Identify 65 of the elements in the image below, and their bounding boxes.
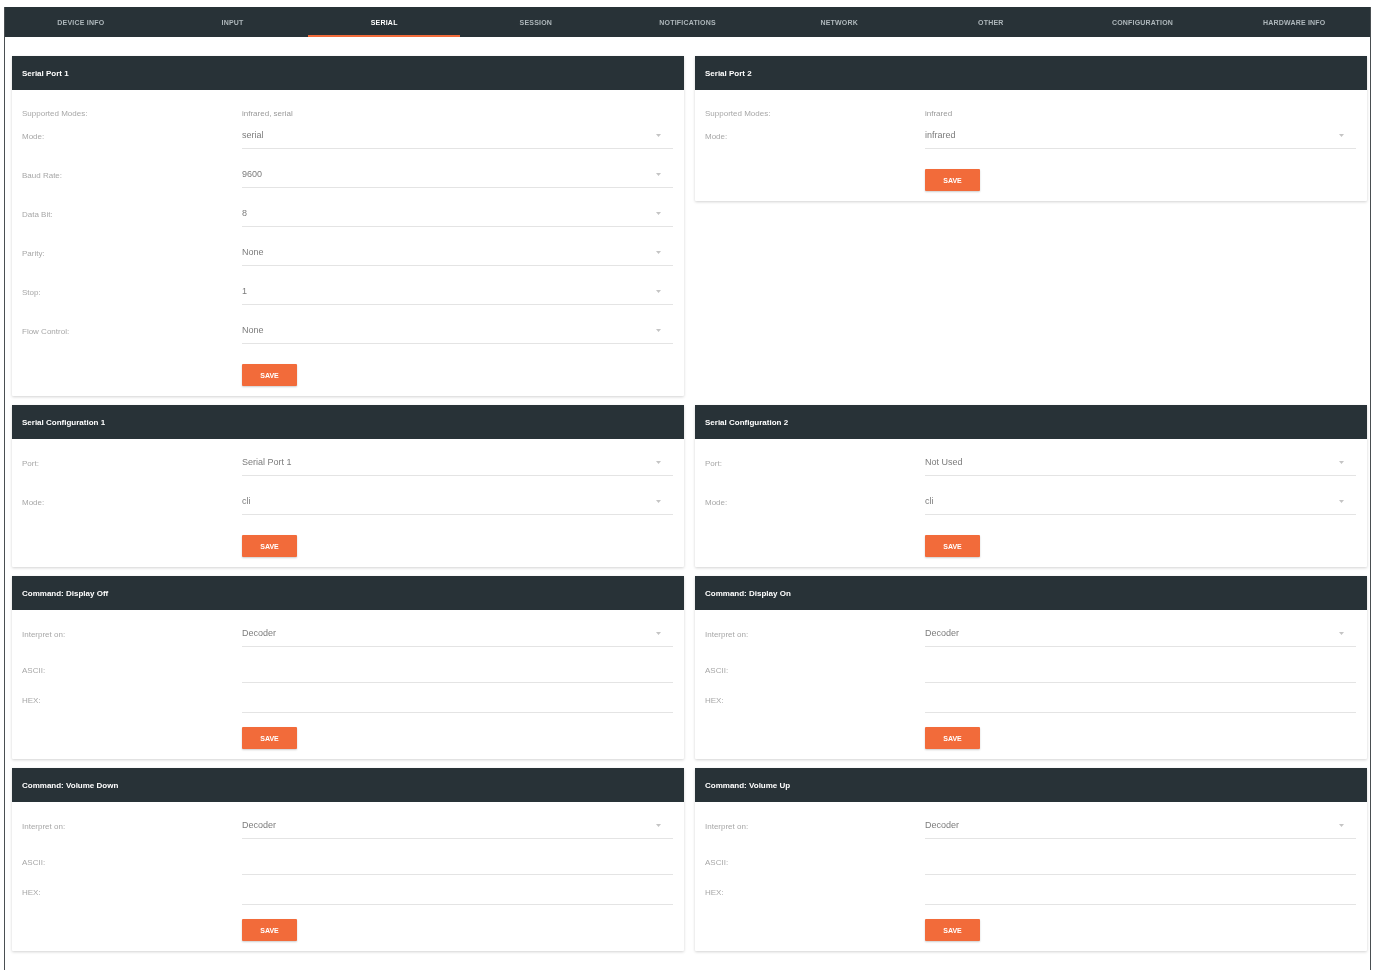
field-label: HEX: [705,887,725,897]
card-header: Serial Configuration 1 [12,405,684,439]
dropdown-field[interactable]: 9600 [242,163,673,188]
card-header: Serial Configuration 2 [695,405,1367,439]
dropdown-field[interactable]: None [242,319,673,344]
field-label: Interpret on: [22,629,67,639]
field-label: Mode: [22,497,46,507]
field-label: Interpret on: [705,629,750,639]
caret-icon [1339,823,1344,827]
caret-icon [656,631,661,635]
caret-icon [1339,133,1344,137]
card-header: Command: Volume Up [695,768,1367,802]
card-header: Serial Port 2 [695,56,1367,90]
field-value: infrared, serial [242,108,293,118]
dropdown-field[interactable]: 1 [242,280,673,305]
field-label: Mode: [22,131,46,141]
dropdown-field[interactable]: Decoder [925,814,1356,839]
field-label: Data Bit: [22,209,54,219]
card-header: Command: Display On [695,576,1367,610]
caret-icon [656,133,661,137]
field-label: Baud Rate: [22,170,64,180]
field-label: ASCII: [22,665,47,675]
caret-icon [656,250,661,254]
dropdown-field[interactable]: Decoder [242,814,673,839]
caret-icon [1339,631,1344,635]
field-label: Stop: [22,287,42,297]
caret-icon [656,211,661,215]
field-label: Port: [705,458,723,468]
caret-icon [656,289,661,293]
dropdown-field[interactable]: Serial Port 1 [242,451,673,476]
field-label: HEX: [22,887,42,897]
caret-icon [656,460,661,464]
caret-icon [656,499,661,503]
field-label: Port: [22,458,40,468]
caret-icon [1339,499,1344,503]
field-label: ASCII: [705,857,730,867]
dropdown-field[interactable]: None [242,241,673,266]
dropdown-field[interactable]: infrared [925,124,1356,149]
caret-icon [1339,460,1344,464]
field-label: HEX: [22,695,42,705]
field-label: Supported Modes: [705,108,772,118]
dropdown-field[interactable]: Not Used [925,451,1356,476]
dropdown-field[interactable]: Decoder [925,622,1356,647]
caret-icon [656,823,661,827]
card-header: Command: Volume Down [12,768,684,802]
field-label: Supported Modes: [22,108,89,118]
field-label: Mode: [705,497,729,507]
field-label: Interpret on: [22,821,67,831]
field-label: Mode: [705,131,729,141]
caret-icon [656,172,661,176]
dropdown-field[interactable]: cli [242,490,673,515]
field-label: ASCII: [22,857,47,867]
field-label: HEX: [705,695,725,705]
dropdown-field[interactable]: serial [242,124,673,149]
field-label: Interpret on: [705,821,750,831]
field-label: Parity: [22,248,46,258]
card-header: Serial Port 1 [12,56,684,90]
dropdown-field[interactable]: Decoder [242,622,673,647]
card-header: Command: Display Off [12,576,684,610]
field-label: ASCII: [705,665,730,675]
field-label: Flow Control: [22,326,71,336]
caret-icon [656,328,661,332]
dropdown-field[interactable]: cli [925,490,1356,515]
field-value: infrared [925,108,953,118]
dropdown-field[interactable]: 8 [242,202,673,227]
